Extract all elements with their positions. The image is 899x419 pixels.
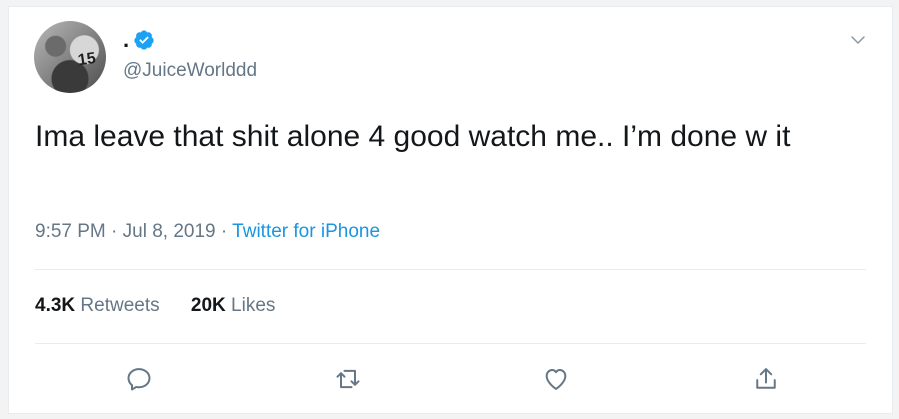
avatar-number: 15	[77, 49, 98, 70]
tweet-source-link[interactable]: Twitter for iPhone	[232, 221, 380, 242]
retweets-label: Retweets	[80, 295, 160, 316]
user-handle[interactable]: @JuiceWorlddd	[123, 60, 257, 82]
tweet-meta: 9:57 PM · Jul 8, 2019 · Twitter for iPho…	[35, 221, 380, 243]
retweet-icon[interactable]	[334, 365, 362, 393]
like-icon[interactable]	[542, 365, 570, 393]
divider	[35, 269, 866, 270]
avatar[interactable]: 15	[34, 21, 106, 93]
tweet-text: Ima leave that shit alone 4 good watch m…	[35, 120, 791, 153]
retweets-stat[interactable]: 4.3K Retweets	[35, 295, 160, 316]
tweet-card: 15 . @JuiceWorlddd Ima leave that shit a…	[8, 6, 893, 414]
likes-stat[interactable]: 20K Likes	[191, 295, 276, 316]
meta-separator: ·	[105, 221, 123, 242]
tweet-date[interactable]: Jul 8, 2019	[123, 221, 216, 242]
tweet-stats: 4.3K Retweets 20K Likes	[35, 295, 301, 317]
retweets-count: 4.3K	[35, 295, 76, 316]
reply-icon[interactable]	[125, 365, 153, 393]
share-icon[interactable]	[752, 365, 780, 393]
likes-label: Likes	[231, 295, 276, 316]
verified-badge-icon	[133, 29, 155, 51]
display-name[interactable]: .	[123, 27, 129, 53]
chevron-down-icon[interactable]	[849, 31, 867, 49]
divider	[35, 343, 866, 344]
likes-count: 20K	[190, 295, 226, 316]
meta-separator: ·	[215, 221, 233, 242]
tweet-time[interactable]: 9:57 PM	[35, 221, 106, 242]
